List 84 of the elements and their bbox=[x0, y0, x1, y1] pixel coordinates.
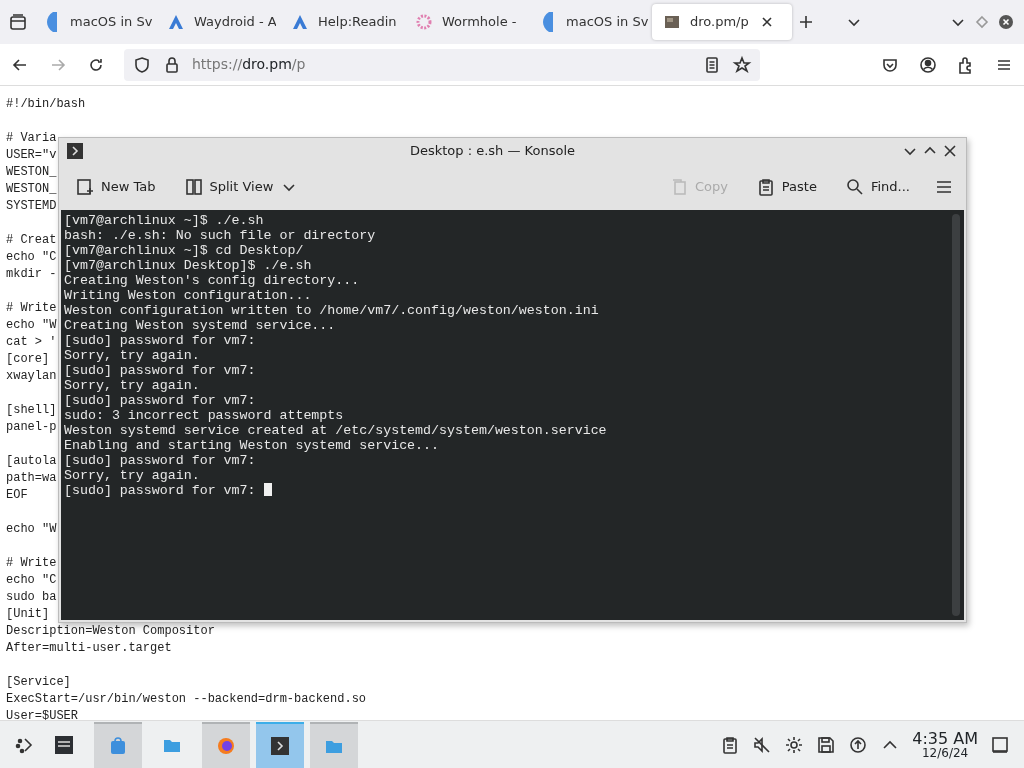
tab-list-icon[interactable] bbox=[8, 12, 28, 32]
code-line: # Write bbox=[6, 556, 57, 570]
terminal-line: [vm7@archlinux Desktop]$ ./e.sh bbox=[64, 258, 312, 273]
code-line: WESTON_ bbox=[6, 182, 57, 196]
browser-tab[interactable]: Help:Readin bbox=[280, 4, 400, 40]
terminal-line: Creating Weston systemd service... bbox=[64, 318, 336, 333]
code-line: path=wa bbox=[6, 471, 57, 485]
code-line: [autola bbox=[6, 454, 57, 468]
code-line: echo "W bbox=[6, 522, 57, 536]
code-line: WESTON_ bbox=[6, 165, 57, 179]
code-line: # Write bbox=[6, 301, 57, 315]
terminal-line: Weston configuration written to /home/vm7/.config/weston/weston.ini bbox=[64, 303, 599, 318]
code-line: xwaylan bbox=[6, 369, 57, 383]
terminal-line: Writing Weston configuration... bbox=[64, 288, 312, 303]
store-bag-icon bbox=[108, 735, 128, 756]
taskbar-button[interactable] bbox=[256, 721, 304, 768]
address-bar[interactable]: https://dro.pm/p bbox=[124, 48, 760, 81]
code-line: [core] bbox=[6, 352, 50, 366]
code-line: ExecStart=/usr/bin/weston --backend=drm-backend.so bbox=[6, 692, 367, 706]
terminal-line: [vm7@archlinux ~]$ ./e.sh bbox=[64, 213, 264, 228]
terminal-line: [sudo] password for vm7: bbox=[64, 393, 256, 408]
brightness-icon[interactable] bbox=[784, 734, 805, 755]
code-line: USER="v bbox=[6, 148, 57, 162]
text-cursor bbox=[263, 483, 272, 496]
terminal-line: Sorry, try again. bbox=[64, 468, 200, 483]
terminal-line: sudo: 3 incorrect password attempts bbox=[64, 408, 344, 423]
code-line: # Varia bbox=[6, 131, 57, 145]
window-title: Desktop : e.sh — Konsole bbox=[409, 142, 576, 161]
toolbar-button[interactable]: New Tab bbox=[71, 175, 160, 199]
clock-date[interactable]: 12/6/24 bbox=[912, 746, 978, 759]
terminal-icon bbox=[270, 735, 290, 756]
browser-tab[interactable]: Waydroid - A bbox=[156, 4, 276, 40]
terminal-line: Enabling and starting Weston systemd service... bbox=[64, 438, 440, 453]
browser-tab[interactable]: macOS in Sv bbox=[528, 4, 648, 40]
terminal-line: [sudo] password for vm7: bbox=[64, 453, 256, 468]
code-line: cat > ' bbox=[6, 335, 57, 349]
code-line: SYSTEMD bbox=[6, 199, 57, 213]
code-line: After=multi-user.target bbox=[6, 641, 172, 655]
split-view-icon bbox=[183, 177, 204, 197]
toolbar-button[interactable]: Find... bbox=[840, 175, 914, 199]
code-line: Description=Weston Compositor bbox=[6, 624, 215, 638]
code-line: sudo ba bbox=[6, 590, 57, 604]
code-line: [Service] bbox=[6, 675, 71, 689]
search-icon bbox=[844, 177, 865, 197]
browser-globe-icon bbox=[216, 735, 236, 756]
browser-tab[interactable]: dro.pm/p bbox=[652, 4, 792, 40]
code-line: [Unit] bbox=[6, 607, 50, 621]
settings-icon bbox=[54, 734, 74, 755]
scrollbar[interactable] bbox=[952, 214, 960, 616]
browser-tab[interactable]: Wormhole - bbox=[404, 4, 524, 40]
terminal-line: [sudo] password for vm7: bbox=[64, 483, 256, 498]
code-line: User=$USER bbox=[6, 709, 78, 723]
close-icon[interactable] bbox=[996, 12, 1016, 32]
code-line: #!/bin/bash bbox=[6, 97, 86, 111]
terminal-icon bbox=[65, 141, 85, 161]
code-line: panel-p bbox=[6, 420, 57, 434]
url-text: https://dro.pm/p bbox=[192, 55, 306, 74]
clock-time[interactable]: 4:35 AM bbox=[912, 730, 978, 747]
taskbar-button[interactable] bbox=[202, 721, 250, 768]
flower-icon bbox=[414, 12, 434, 32]
code-line: echo "C bbox=[6, 573, 57, 587]
toolbar-button[interactable]: Split View bbox=[179, 175, 304, 199]
browser-tab[interactable]: macOS in Sv bbox=[32, 4, 152, 40]
code-line: echo "W bbox=[6, 318, 57, 332]
terminal-line: [vm7@archlinux ~]$ cd Desktop/ bbox=[64, 243, 304, 258]
terminal-line: [sudo] password for vm7: bbox=[64, 333, 256, 348]
shield-icon[interactable] bbox=[132, 54, 152, 75]
show-desktop-icon[interactable] bbox=[990, 734, 1010, 755]
code-line: [shell] bbox=[6, 403, 57, 417]
code-line: EOF bbox=[6, 488, 28, 502]
terminal-line: bash: ./e.sh: No such file or directory bbox=[64, 228, 376, 243]
code-line: echo "C bbox=[6, 250, 57, 264]
terminal-line: Creating Weston's config directory... bbox=[64, 273, 360, 288]
account-icon[interactable] bbox=[918, 54, 938, 75]
terminal-line: Weston systemd service created at /etc/systemd/system/weston.service bbox=[64, 423, 607, 438]
code-line: mkdir - bbox=[6, 267, 57, 281]
new-tab-icon bbox=[75, 177, 95, 197]
terminal-line: Sorry, try again. bbox=[64, 378, 200, 393]
code-line: # Creat bbox=[6, 233, 57, 247]
terminal-line: Sorry, try again. bbox=[64, 348, 200, 363]
terminal-line: [sudo] password for vm7: bbox=[64, 363, 256, 378]
toolbar-button[interactable]: Paste bbox=[751, 175, 821, 199]
star-icon[interactable] bbox=[732, 54, 752, 75]
update-icon[interactable] bbox=[848, 734, 869, 755]
